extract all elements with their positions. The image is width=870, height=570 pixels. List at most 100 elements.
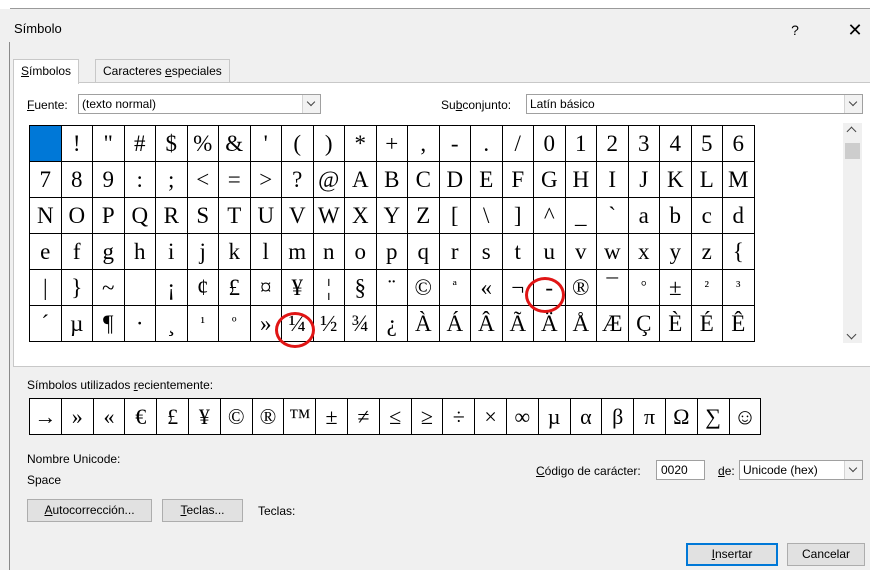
- symbol-cell[interactable]: k: [219, 234, 251, 270]
- recent-symbol-cell[interactable]: ∞: [506, 399, 539, 435]
- symbol-cell[interactable]: (: [282, 126, 314, 162]
- symbol-cell[interactable]: Ã: [502, 306, 534, 342]
- symbol-cell[interactable]: &: [219, 126, 251, 162]
- symbol-cell[interactable]: ¥: [282, 270, 314, 306]
- symbol-cell[interactable]: ®: [565, 270, 597, 306]
- symbol-cell[interactable]: É: [691, 306, 723, 342]
- symbol-cell[interactable]: d: [723, 198, 755, 234]
- symbol-cell[interactable]: o: [345, 234, 377, 270]
- symbol-cell[interactable]: 5: [691, 126, 723, 162]
- tab-special-characters[interactable]: Caracteres especiales: [95, 59, 230, 82]
- symbol-cell[interactable]: 4: [660, 126, 692, 162]
- symbol-cell[interactable]: Â: [471, 306, 503, 342]
- recent-symbol-cell[interactable]: ÷: [443, 399, 476, 435]
- symbol-cell[interactable]: N: [30, 198, 62, 234]
- font-select-arrow[interactable]: [302, 95, 320, 113]
- symbol-cell[interactable]: A: [345, 162, 377, 198]
- symbol-cell[interactable]: H: [565, 162, 597, 198]
- symbol-cell[interactable]: *: [345, 126, 377, 162]
- symbol-cell[interactable]: x: [628, 234, 660, 270]
- symbol-cell[interactable]: ¸: [156, 306, 188, 342]
- symbol-cell[interactable]: T: [219, 198, 251, 234]
- recent-symbol-cell[interactable]: «: [93, 399, 126, 435]
- symbol-cell[interactable]: #: [124, 126, 156, 162]
- symbol-cell[interactable]: 7: [30, 162, 62, 198]
- symbol-cell[interactable]: D: [439, 162, 471, 198]
- symbol-cell[interactable]: V: [282, 198, 314, 234]
- symbol-cell[interactable]: 8: [61, 162, 93, 198]
- symbol-cell[interactable]: ±: [660, 270, 692, 306]
- recent-symbol-cell[interactable]: Ω: [665, 399, 698, 435]
- recent-symbol-cell[interactable]: π: [634, 399, 666, 435]
- symbol-cell[interactable]: ¶: [93, 306, 125, 342]
- symbol-cell[interactable]: O: [61, 198, 93, 234]
- subset-select-arrow[interactable]: [844, 95, 862, 113]
- symbol-cell[interactable]: [: [439, 198, 471, 234]
- symbol-cell[interactable]: <: [187, 162, 219, 198]
- symbol-cell[interactable]: G: [534, 162, 566, 198]
- symbol-cell[interactable]: s: [471, 234, 503, 270]
- recent-symbol-cell[interactable]: ≠: [347, 399, 380, 435]
- symbol-cell[interactable]: «: [471, 270, 503, 306]
- from-select[interactable]: Unicode (hex): [739, 460, 863, 480]
- shortcut-key-button[interactable]: Teclas...: [162, 499, 243, 522]
- symbol-cell[interactable]: :: [124, 162, 156, 198]
- symbol-cell[interactable]: ª: [439, 270, 471, 306]
- symbol-cell[interactable]: £: [219, 270, 251, 306]
- help-button[interactable]: ?: [784, 19, 806, 41]
- symbol-cell[interactable]: $: [156, 126, 188, 162]
- symbol-cell[interactable]: a: [628, 198, 660, 234]
- symbol-cell[interactable]: Ê: [723, 306, 755, 342]
- symbol-cell[interactable]: R: [156, 198, 188, 234]
- symbol-cell[interactable]: .: [471, 126, 503, 162]
- symbol-cell[interactable]: ¦: [313, 270, 345, 306]
- scroll-down-icon[interactable]: [846, 329, 857, 340]
- recent-symbol-cell[interactable]: ×: [475, 399, 507, 435]
- font-select[interactable]: (texto normal): [78, 94, 321, 114]
- symbol-cell[interactable]: Æ: [597, 306, 629, 342]
- symbol-cell[interactable]: S: [187, 198, 219, 234]
- symbol-cell[interactable]: t: [502, 234, 534, 270]
- symbol-cell[interactable]: P: [93, 198, 125, 234]
- recent-symbol-cell[interactable]: ∑: [697, 399, 730, 435]
- symbol-cell[interactable]: v: [565, 234, 597, 270]
- symbol-cell[interactable]: j: [187, 234, 219, 270]
- recent-symbol-cell[interactable]: €: [125, 399, 158, 435]
- recent-symbol-cell[interactable]: »: [61, 399, 94, 435]
- symbol-cell[interactable]: ": [93, 126, 125, 162]
- symbol-cell[interactable]: r: [439, 234, 471, 270]
- symbol-cell[interactable]: 3: [628, 126, 660, 162]
- symbol-cell[interactable]: ¡: [156, 270, 188, 306]
- symbol-cell[interactable]: Å: [565, 306, 597, 342]
- recent-symbol-cell[interactable]: ©: [220, 399, 253, 435]
- symbol-cell[interactable]: 1: [565, 126, 597, 162]
- symbol-cell[interactable]: À: [408, 306, 440, 342]
- symbol-cell[interactable]: ³: [723, 270, 755, 306]
- recent-symbol-cell[interactable]: →: [30, 399, 62, 435]
- symbol-cell[interactable]: +: [376, 126, 408, 162]
- symbol-cell[interactable]: Ç: [628, 306, 660, 342]
- recent-symbol-cell[interactable]: ±: [316, 399, 348, 435]
- symbol-cell[interactable]: ~: [93, 270, 125, 306]
- symbol-cell[interactable]: 6: [723, 126, 755, 162]
- symbol-cell[interactable]: ¾: [345, 306, 377, 342]
- symbol-cell[interactable]: p: [376, 234, 408, 270]
- symbol-cell[interactable]: ¨: [376, 270, 408, 306]
- cancel-button[interactable]: Cancelar: [787, 543, 865, 566]
- recent-symbol-cell[interactable]: α: [570, 399, 603, 435]
- symbol-cell[interactable]: !: [61, 126, 93, 162]
- symbol-cell[interactable]: m: [282, 234, 314, 270]
- symbol-cell[interactable]: X: [345, 198, 377, 234]
- symbol-cell[interactable]: {: [723, 234, 755, 270]
- symbol-cell[interactable]: Y: [376, 198, 408, 234]
- symbol-cell[interactable]: q: [408, 234, 440, 270]
- subset-select[interactable]: Latín básico: [526, 94, 863, 114]
- symbol-cell[interactable]: Á: [439, 306, 471, 342]
- symbol-cell[interactable]: K: [660, 162, 692, 198]
- symbol-cell[interactable]: u: [534, 234, 566, 270]
- symbol-cell[interactable]: B: [376, 162, 408, 198]
- symbol-cell[interactable]: |: [30, 270, 62, 306]
- symbol-cell[interactable]: `: [597, 198, 629, 234]
- symbol-cell[interactable]: ¿: [376, 306, 408, 342]
- recent-symbol-cell[interactable]: ≤: [379, 399, 412, 435]
